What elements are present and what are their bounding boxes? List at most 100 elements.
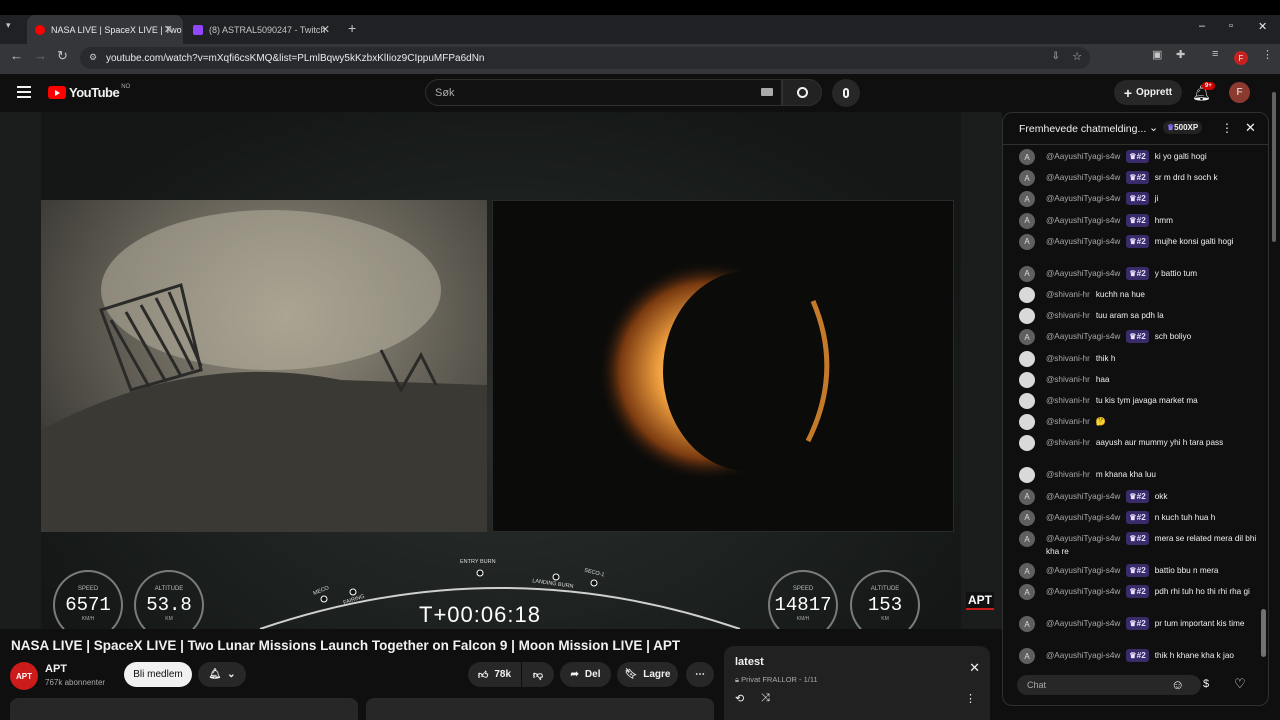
more-actions-button[interactable]: ⋯ xyxy=(686,662,714,687)
close-icon[interactable]: ✕ xyxy=(1245,120,1256,136)
author-name[interactable]: @shivani-hr xyxy=(1046,396,1090,405)
author-name[interactable]: @AayushiTyagi-s4w xyxy=(1046,587,1120,596)
create-button[interactable]: + Opprett xyxy=(1114,80,1182,105)
author-name[interactable]: @AayushiTyagi-s4w xyxy=(1046,332,1120,341)
tab-search-button[interactable]: ▾ xyxy=(6,20,20,38)
subscribed-bell-button[interactable]: 🔔︎ ⌄ xyxy=(198,662,246,687)
search-button[interactable] xyxy=(782,79,822,106)
hamburger-menu-icon[interactable] xyxy=(17,86,31,98)
chat-scrollbar[interactable] xyxy=(1261,149,1266,663)
reload-icon[interactable]: ↻ xyxy=(57,48,68,64)
tab-youtube[interactable]: NASA LIVE | SpaceX LIVE | Two ✕ xyxy=(27,15,183,44)
shuffle-icon[interactable]: ⤨ xyxy=(761,692,770,705)
author-name[interactable]: @AayushiTyagi-s4w xyxy=(1046,216,1120,225)
minimize-icon[interactable]: – xyxy=(1199,20,1205,32)
page-scrollbar[interactable] xyxy=(1271,86,1277,706)
author-avatar[interactable] xyxy=(1019,435,1035,452)
loop-icon[interactable]: ⟲ xyxy=(735,692,744,705)
author-avatar[interactable]: A xyxy=(1019,329,1035,346)
like-button[interactable]: 👍︎ 78k xyxy=(468,662,521,687)
close-icon[interactable]: ✕ xyxy=(164,23,173,36)
author-avatar[interactable] xyxy=(1019,371,1035,388)
install-app-icon[interactable]: ⇩ xyxy=(1052,51,1060,62)
author-name[interactable]: @shivani-hr xyxy=(1046,311,1090,320)
author-avatar[interactable] xyxy=(1019,393,1035,409)
account-avatar[interactable]: F xyxy=(1229,82,1250,103)
heart-icon[interactable]: ♡ xyxy=(1234,676,1246,692)
join-button[interactable]: Bli medlem xyxy=(124,662,192,687)
description-box[interactable] xyxy=(10,698,358,720)
author-avatar[interactable] xyxy=(1019,287,1035,303)
author-name[interactable]: @AayushiTyagi-s4w xyxy=(1046,619,1120,628)
author-avatar[interactable]: A xyxy=(1019,563,1035,579)
author-avatar[interactable] xyxy=(1019,467,1035,484)
author-name[interactable]: @AayushiTyagi-s4w xyxy=(1046,513,1120,522)
author-avatar[interactable] xyxy=(1019,350,1035,367)
author-name[interactable]: @AayushiTyagi-s4w xyxy=(1046,651,1120,660)
author-avatar[interactable]: A xyxy=(1019,212,1035,229)
author-avatar[interactable]: A xyxy=(1019,149,1035,165)
chevron-down-icon[interactable]: ⌄ xyxy=(1149,121,1158,134)
search-input[interactable]: Søk xyxy=(425,79,782,106)
author-avatar[interactable]: A xyxy=(1019,584,1035,601)
more-vertical-icon[interactable]: ⋮ xyxy=(965,692,976,705)
author-name[interactable]: @AayushiTyagi-s4w xyxy=(1046,269,1120,278)
author-name[interactable]: @AayushiTyagi-s4w xyxy=(1046,492,1120,501)
author-name[interactable]: @shivani-hr xyxy=(1046,470,1090,479)
author-name[interactable]: @shivani-hr xyxy=(1046,290,1090,299)
author-avatar[interactable]: A xyxy=(1019,488,1035,505)
author-avatar[interactable]: A xyxy=(1019,265,1035,282)
more-vertical-icon[interactable]: ⋮ xyxy=(1221,121,1233,135)
author-avatar[interactable]: A xyxy=(1019,648,1035,665)
dislike-button[interactable]: 👎︎ xyxy=(522,662,554,687)
video-player[interactable]: SPEED 6571 KM/H ALTITUDE 53.8 KM MECO FA… xyxy=(0,112,1002,629)
channel-avatar[interactable]: APT xyxy=(10,662,38,690)
author-avatar[interactable]: A xyxy=(1019,233,1035,250)
author-name[interactable]: @shivani-hr xyxy=(1046,375,1090,384)
profile-avatar[interactable]: F xyxy=(1234,51,1248,65)
author-name[interactable]: @AayushiTyagi-s4w xyxy=(1046,566,1120,575)
new-tab-button[interactable]: + xyxy=(348,20,356,36)
author-name[interactable]: @AayushiTyagi-s4w xyxy=(1046,194,1120,203)
media-control-icon[interactable]: ≡ xyxy=(1212,48,1218,60)
author-avatar[interactable]: A xyxy=(1019,509,1035,526)
youtube-logo[interactable]: YouTube NO xyxy=(48,84,130,100)
author-name[interactable]: @AayushiTyagi-s4w xyxy=(1046,152,1120,161)
browser-menu-icon[interactable]: ⋮ xyxy=(1262,48,1273,61)
xp-badge[interactable]: ♛500XP xyxy=(1163,121,1203,134)
extension-icon[interactable]: ▣ xyxy=(1152,48,1162,61)
notifications-button[interactable]: 🔔︎ 9+ xyxy=(1192,82,1215,102)
chat-mode-dropdown[interactable]: Fremhevede chatmelding... xyxy=(1019,123,1146,135)
close-icon[interactable]: ✕ xyxy=(969,660,980,676)
playlist-title[interactable]: latest xyxy=(735,656,764,668)
keyboard-icon[interactable] xyxy=(761,88,773,96)
tab-twitch[interactable]: (8) ASTRAL5090247 - Twitch ✕ xyxy=(185,15,340,44)
author-name[interactable]: @AayushiTyagi-s4w xyxy=(1046,237,1120,246)
share-button[interactable]: ➦ Del xyxy=(560,662,611,687)
channel-name[interactable]: APT xyxy=(45,663,67,675)
super-chat-icon[interactable]: $ xyxy=(1203,678,1209,690)
author-avatar[interactable] xyxy=(1019,414,1035,431)
back-arrow-icon[interactable]: ← xyxy=(10,48,23,63)
site-info-icon[interactable]: ⚙ xyxy=(89,52,97,63)
author-name[interactable]: @shivani-hr xyxy=(1046,438,1090,447)
forward-arrow-icon[interactable]: → xyxy=(34,48,47,63)
emoji-icon[interactable]: ☺ xyxy=(1171,677,1184,692)
address-bar[interactable]: ⚙ youtube.com/watch?v=mXqfi6csKMQ&list=P… xyxy=(80,47,1090,69)
author-avatar[interactable]: A xyxy=(1019,170,1035,187)
author-name[interactable]: @AayushiTyagi-s4w xyxy=(1046,534,1120,543)
author-avatar[interactable]: A xyxy=(1019,191,1035,208)
save-button[interactable]: 🔖︎ Lagre xyxy=(617,662,678,687)
author-avatar[interactable] xyxy=(1019,308,1035,325)
author-avatar[interactable]: A xyxy=(1019,531,1035,547)
voice-search-button[interactable] xyxy=(832,79,860,107)
close-window-icon[interactable]: ✕ xyxy=(1258,20,1267,33)
author-avatar[interactable]: A xyxy=(1019,616,1035,633)
close-icon[interactable]: ✕ xyxy=(321,23,330,36)
puzzle-extensions-icon[interactable]: ✚ xyxy=(1176,48,1185,61)
author-name[interactable]: @shivani-hr xyxy=(1046,354,1090,363)
author-name[interactable]: @shivani-hr xyxy=(1046,417,1090,426)
maximize-icon[interactable]: ▫ xyxy=(1229,20,1233,32)
author-name[interactable]: @AayushiTyagi-s4w xyxy=(1046,173,1120,182)
bookmark-star-icon[interactable]: ☆ xyxy=(1072,50,1082,63)
